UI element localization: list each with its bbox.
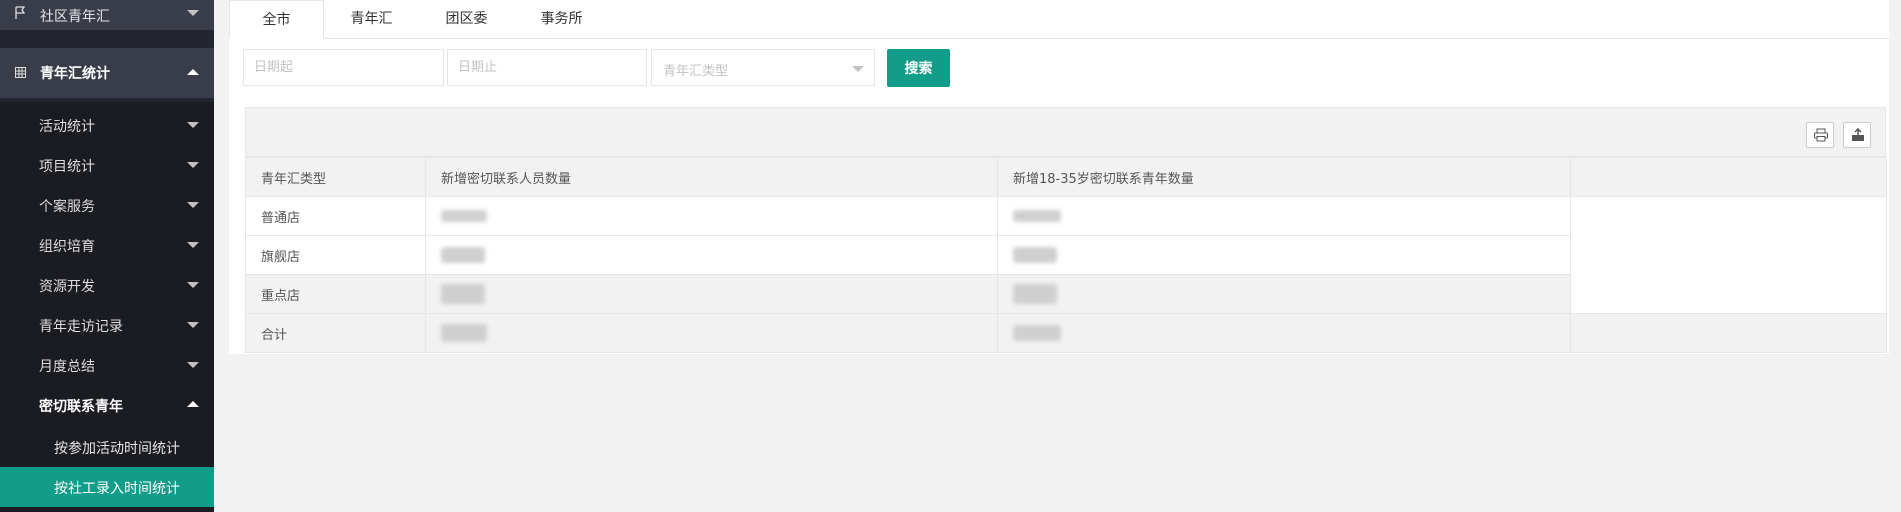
hub-type-select[interactable]: 青年汇类型 [651, 49, 875, 86]
chevron-down-icon [187, 322, 199, 328]
sidebar-item-label: 青年汇统计 [40, 66, 110, 82]
sidebar-item-label: 密切联系青年 [39, 399, 123, 415]
redacted-value [997, 196, 1571, 236]
tab-youth-hub[interactable]: 青年汇 [324, 0, 419, 38]
sidebar-item-label: 按参加活动时间统计 [54, 441, 180, 457]
date-end-input[interactable] [447, 49, 647, 86]
sidebar-subitem-by-activity-time[interactable]: 按参加活动时间统计 [0, 427, 214, 467]
row-type: 合计 [245, 313, 426, 353]
print-icon [1814, 128, 1828, 142]
sidebar: 社区青年汇 青年汇统计 活动统计 项目统计 个案服务 组织培育 资源开发 青年走… [0, 0, 214, 512]
grid-icon [15, 67, 26, 78]
stats-table: 青年汇类型 新增密切联系人员数量 新增18-35岁密切联系青年数量 普通店 旗舰… [245, 157, 1887, 353]
sidebar-item-resource-dev[interactable]: 资源开发 [0, 265, 214, 305]
tab-city[interactable]: 全市 [229, 0, 324, 39]
search-button[interactable]: 搜索 [887, 49, 950, 87]
tab-bar: 全市 青年汇 团区委 事务所 [229, 0, 1889, 39]
table-toolbar [245, 107, 1886, 157]
redacted-value [425, 235, 998, 275]
tab-district-committee[interactable]: 团区委 [419, 0, 514, 38]
sidebar-item-label: 社区青年汇 [40, 9, 110, 25]
sidebar-item-label: 个案服务 [39, 199, 95, 215]
date-start-input[interactable] [243, 49, 444, 86]
redacted-value [425, 196, 998, 236]
row-type: 重点店 [245, 274, 426, 314]
sidebar-item-label: 资源开发 [39, 279, 95, 295]
redacted-value [997, 313, 1571, 353]
sidebar-item-youth-visits[interactable]: 青年走访记录 [0, 305, 214, 345]
sidebar-item-label: 项目统计 [39, 159, 95, 175]
chevron-down-icon [187, 122, 199, 128]
tab-office[interactable]: 事务所 [514, 0, 609, 38]
sidebar-submenu: 活动统计 项目统计 个案服务 组织培育 资源开发 青年走访记录 月度总结 密切联… [0, 102, 214, 512]
sidebar-item-community-youth[interactable]: 社区青年汇 [0, 0, 214, 30]
main-panel: 全市 青年汇 团区委 事务所 青年汇类型 搜索 [229, 0, 1889, 354]
table-header-row: 青年汇类型 新增密切联系人员数量 新增18-35岁密切联系青年数量 [245, 157, 1887, 197]
sidebar-item-org-cultivation[interactable]: 组织培育 [0, 225, 214, 265]
empty-cell [1570, 313, 1887, 353]
sidebar-item-youth-stats[interactable]: 青年汇统计 [0, 48, 214, 98]
sidebar-item-close-contact-youth[interactable]: 密切联系青年 [0, 385, 214, 425]
sidebar-subitem-by-entry-time[interactable]: 按社工录入时间统计 [0, 467, 214, 507]
sidebar-item-label: 组织培育 [39, 239, 95, 255]
redacted-value [997, 235, 1571, 275]
chevron-down-icon [187, 202, 199, 208]
export-button[interactable] [1843, 122, 1871, 148]
row-type: 普通店 [245, 196, 426, 236]
chevron-up-icon [187, 401, 199, 407]
chevron-down-icon [187, 282, 199, 288]
sidebar-item-label: 活动统计 [39, 119, 95, 135]
column-header: 新增18-35岁密切联系青年数量 [997, 157, 1571, 197]
sidebar-item-project-stats[interactable]: 项目统计 [0, 145, 214, 185]
print-button[interactable] [1806, 122, 1834, 148]
sidebar-item-activity-stats[interactable]: 活动统计 [0, 105, 214, 145]
chevron-down-icon [187, 10, 199, 16]
chevron-down-icon [187, 362, 199, 368]
row-type: 旗舰店 [245, 235, 426, 275]
sidebar-item-case-service[interactable]: 个案服务 [0, 185, 214, 225]
sidebar-item-label: 月度总结 [39, 359, 95, 375]
column-header: 青年汇类型 [245, 157, 426, 197]
chevron-down-icon [187, 162, 199, 168]
sidebar-item-monthly-summary[interactable]: 月度总结 [0, 345, 214, 385]
empty-cell [1570, 196, 1887, 314]
redacted-value [425, 274, 998, 314]
column-header: 新增密切联系人员数量 [425, 157, 998, 197]
table-row: 普通店 [245, 196, 1887, 314]
table-row: 合计 [245, 313, 1887, 353]
chevron-down-icon [852, 66, 864, 72]
column-header [1570, 157, 1887, 197]
chevron-up-icon [187, 69, 199, 75]
chevron-down-icon [187, 242, 199, 248]
select-placeholder: 青年汇类型 [663, 64, 729, 79]
flag-icon [15, 6, 26, 19]
redacted-value [997, 274, 1571, 314]
export-icon [1852, 128, 1864, 141]
redacted-value [425, 313, 998, 353]
sidebar-item-label: 青年走访记录 [39, 319, 123, 335]
sidebar-item-label: 按社工录入时间统计 [54, 481, 180, 497]
